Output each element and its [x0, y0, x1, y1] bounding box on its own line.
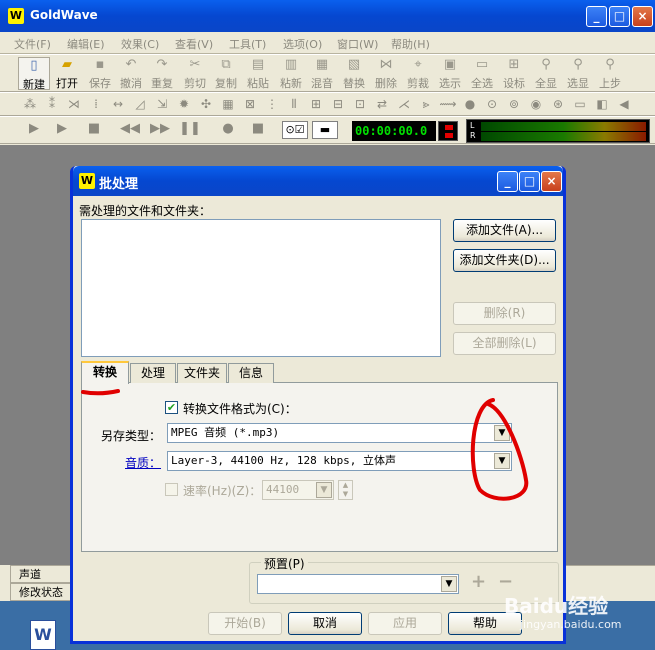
tab-convert[interactable]: 转换: [81, 361, 129, 384]
annotation-overlay: [81, 389, 529, 501]
watermark-text: Baidu经验: [504, 594, 609, 618]
annotation-underline: [81, 389, 120, 396]
watermark-url: jingyan.baidu.com: [520, 618, 622, 631]
baidu-watermark: Baidu经验 jingyan.baidu.com: [500, 588, 650, 643]
annotation-circle: [470, 398, 529, 501]
